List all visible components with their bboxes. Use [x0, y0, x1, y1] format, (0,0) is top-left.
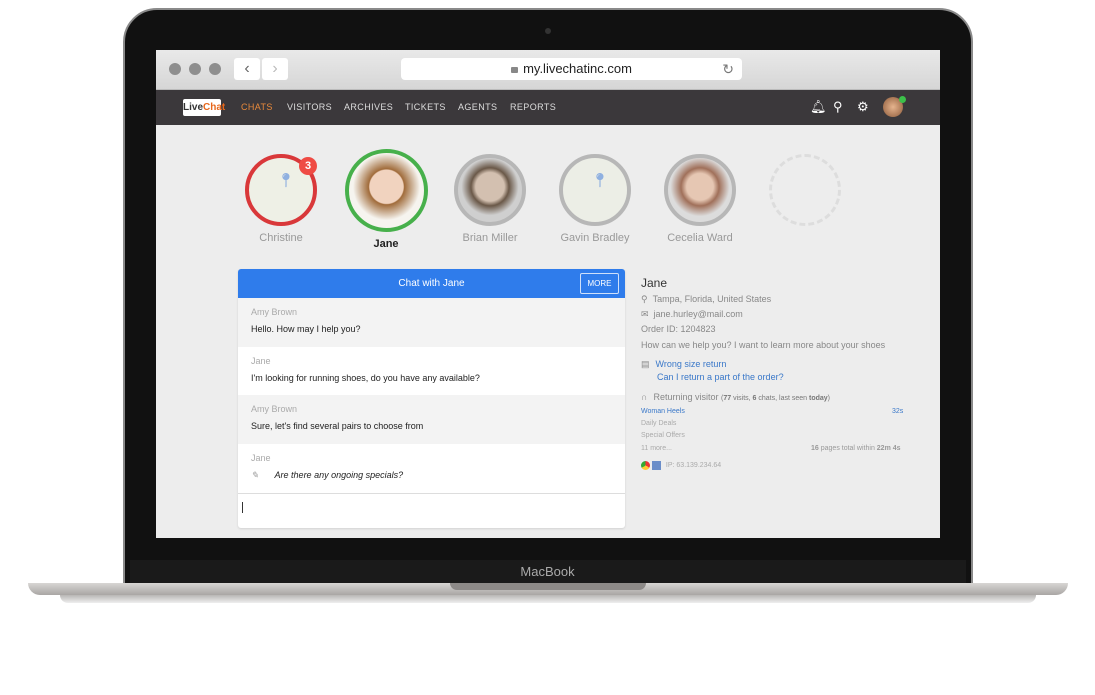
browser-toolbar: ‹ › my.livechatinc.com ↻	[156, 50, 940, 90]
chat-message: Amy Brown Sure, let's find several pairs …	[238, 395, 625, 444]
order-id: Order ID: 1204823	[641, 324, 716, 334]
app-navbar: LiveChat CHATS VISITORS ARCHIVES TICKETS…	[156, 90, 940, 125]
chat-window: Chat with Jane MORE Amy Brown Hello. How …	[238, 269, 625, 528]
more-button[interactable]: MORE	[580, 273, 619, 294]
visitor-name: Christine	[259, 232, 303, 244]
nav-agents[interactable]: AGENTS	[458, 102, 497, 112]
visit-duration: 22m 4s	[876, 445, 901, 452]
message-author: Jane	[251, 355, 271, 366]
chevron-left-icon: ‹	[244, 60, 250, 77]
empty-visitor-slot	[769, 154, 841, 226]
visitor-jane[interactable]	[345, 149, 428, 232]
visitor-email: jane.hurley@mail.com	[653, 309, 743, 319]
laptop-notch	[450, 583, 646, 590]
address-bar[interactable]: my.livechatinc.com ↻	[401, 58, 742, 80]
back-button[interactable]: ‹	[234, 58, 260, 80]
chat-message-typing: Jane ✎ Are there any ongoing specials?	[238, 444, 625, 493]
laptop-base-shadow	[60, 595, 1036, 603]
logo-text-accent: Chat	[203, 102, 226, 113]
pencil-icon: ✎	[251, 469, 259, 480]
ticket-icon: ▤	[641, 359, 650, 369]
unread-badge: 3	[299, 157, 317, 175]
nav-chats[interactable]: CHATS	[241, 102, 273, 112]
email-icon: ✉	[641, 309, 649, 319]
visitor-cecelia-ward[interactable]	[664, 154, 736, 226]
mac-os-icon	[651, 461, 661, 470]
headset-icon: ∩	[641, 392, 648, 402]
pages-total-label: pages total within	[818, 445, 877, 452]
returning-label: Returning visitor	[653, 392, 719, 402]
close-window-button[interactable]	[169, 63, 181, 75]
visitor-name: Gavin Bradley	[560, 232, 630, 244]
chats-label: chats, last seen	[756, 395, 809, 402]
visited-page-link[interactable]: Woman Heels	[641, 408, 685, 415]
nav-reports[interactable]: REPORTS	[510, 102, 556, 112]
chat-message: Amy Brown Hello. How may I help you?	[238, 298, 625, 347]
last-seen: today	[808, 395, 828, 402]
message-input[interactable]	[238, 493, 625, 528]
minimize-window-button[interactable]	[189, 63, 201, 75]
message-text: Sure, let's find several pairs to choose…	[251, 421, 424, 431]
message-text: Are there any ongoing specials?	[274, 469, 404, 480]
ticket-link[interactable]: Can I return a part of the order?	[657, 372, 784, 382]
visited-page: Daily Deals	[641, 420, 677, 427]
visitor-name: Brian Miller	[462, 232, 518, 244]
visitor-location: Tampa, Florida, United States	[652, 294, 772, 304]
visit-count: 77	[723, 395, 732, 402]
message-author: Amy Brown	[251, 307, 298, 317]
camera	[545, 28, 551, 34]
more-pages-link[interactable]: 11 more...	[641, 445, 672, 452]
reload-icon[interactable]: ↻	[722, 58, 734, 80]
visited-page: Special Offers	[641, 432, 685, 439]
prechat-question: How can we help you? I want to learn mor…	[641, 340, 886, 350]
nav-tickets[interactable]: TICKETS	[405, 102, 446, 112]
visits-label: visits,	[731, 395, 753, 402]
chrome-icon	[641, 461, 650, 470]
screen: ‹ › my.livechatinc.com ↻ LiveChat CHATS …	[156, 50, 940, 538]
chat-message: Jane I'm looking for running shoes, do yo…	[238, 347, 625, 396]
visitor-gavin-bradley[interactable]: 📍︎	[559, 154, 631, 226]
maximize-window-button[interactable]	[209, 63, 221, 75]
pages-total: 16	[811, 445, 819, 452]
search-icon[interactable]: ⚲	[833, 99, 843, 115]
forward-button[interactable]: ›	[262, 58, 288, 80]
location-pin-icon: ⚲	[641, 294, 648, 304]
visitor-brian-miller[interactable]	[454, 154, 526, 226]
gear-icon[interactable]: ⚙	[857, 99, 869, 115]
nav-archives[interactable]: ARCHIVES	[344, 102, 393, 112]
chat-title: Chat with Jane	[398, 278, 465, 289]
ticket-link[interactable]: Wrong size return	[656, 359, 727, 369]
message-author: Amy Brown	[251, 404, 298, 414]
chevron-right-icon: ›	[272, 60, 278, 77]
map-pin-icon: 📍︎	[591, 172, 609, 188]
device-label: MacBook	[520, 564, 575, 579]
visitor-ip: IP: 63.139.234.64	[665, 462, 722, 470]
bell-icon[interactable]: 🔔︎	[810, 99, 827, 115]
visitor-details-name: Jane	[641, 276, 668, 290]
page-time: 32s	[892, 408, 904, 415]
lock-icon	[511, 67, 519, 73]
text-caret	[242, 502, 243, 513]
message-text: Hello. How may I help you?	[251, 324, 361, 334]
nav-visitors[interactable]: VISITORS	[287, 102, 332, 112]
visitor-name-active: Jane	[373, 238, 399, 250]
map-pin-icon: 📍︎	[277, 172, 295, 188]
message-text: I'm looking for running shoes, do you ha…	[251, 372, 480, 383]
message-author: Jane	[251, 452, 271, 463]
chat-header: Chat with Jane MORE	[238, 269, 625, 298]
logo-text: Live	[183, 102, 204, 113]
livechat-logo[interactable]: LiveChat	[183, 99, 225, 116]
online-status-dot	[899, 96, 906, 103]
visitor-name: Cecelia Ward	[667, 232, 733, 244]
url-text: my.livechatinc.com	[523, 61, 632, 76]
